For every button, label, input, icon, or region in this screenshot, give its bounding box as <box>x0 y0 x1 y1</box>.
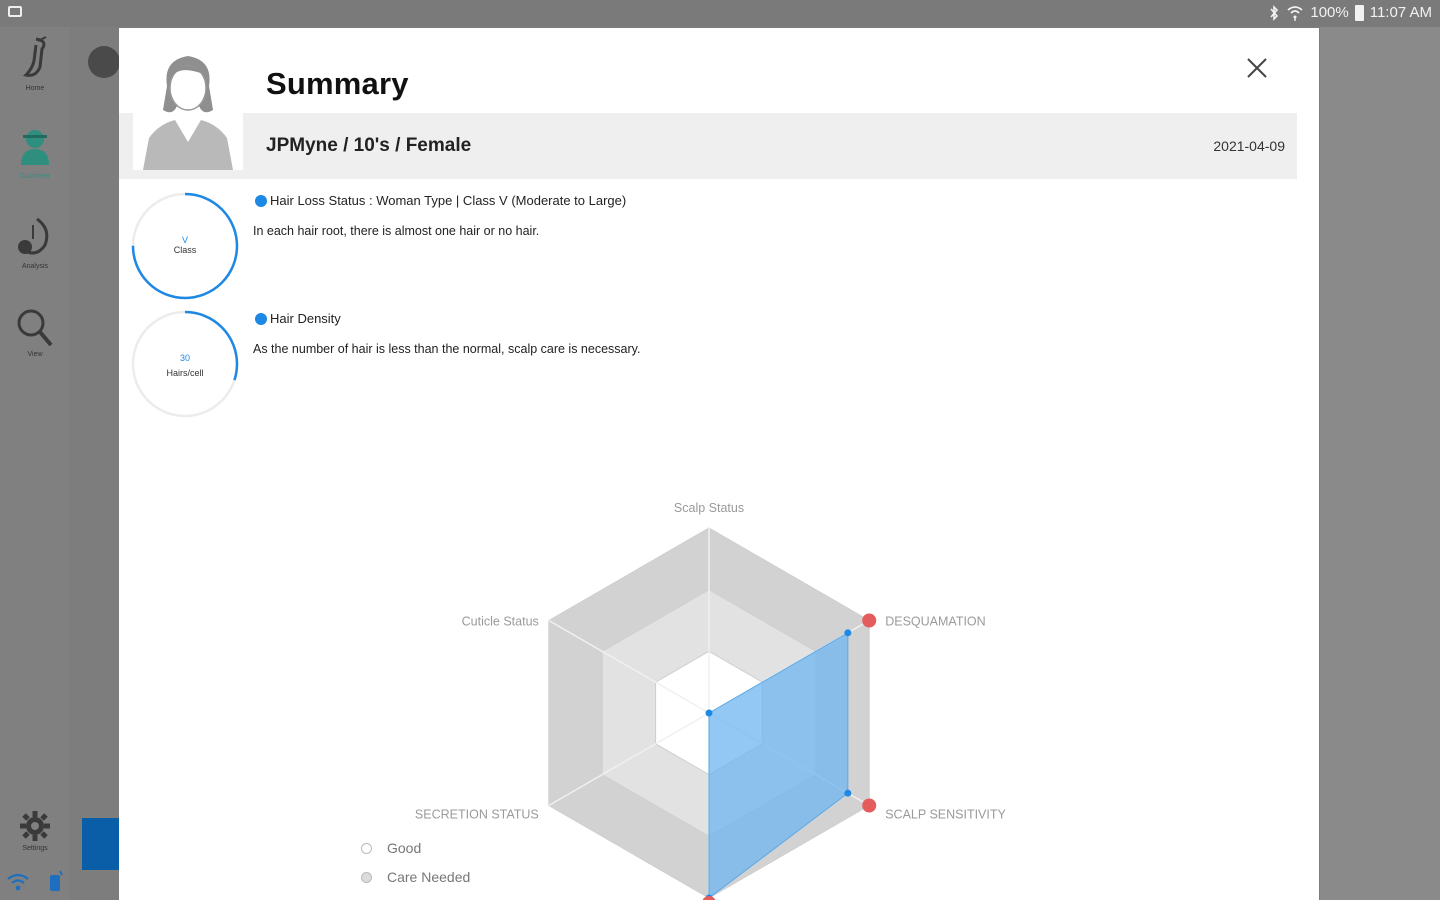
sidebar-item-label: Customer <box>19 173 51 180</box>
back-button[interactable] <box>88 46 120 78</box>
ring-unit: Class <box>173 245 197 255</box>
sidebar-item-label: Settings <box>22 845 48 852</box>
radar-axis-label: SCALP SENSITIVITY <box>885 808 1006 822</box>
metric-title-text: Hair Density <box>270 311 341 326</box>
sidebar-item-settings[interactable]: Settings <box>0 809 70 852</box>
radar-data-point <box>844 789 852 797</box>
radar-data-point <box>705 709 713 717</box>
wifi-icon <box>1287 5 1303 21</box>
clock: 11:07 AM <box>1369 4 1432 21</box>
female-avatar-icon <box>133 56 243 170</box>
sidebar-item-customer[interactable]: Customer <box>0 125 70 180</box>
status-bar: 100% 11:07 AM <box>0 0 1440 27</box>
battery-percent: 100% <box>1310 4 1349 21</box>
sidebar-item-label: Home <box>25 85 45 92</box>
sidebar-item-home[interactable]: Home <box>0 35 70 92</box>
ring-value: V <box>181 235 188 245</box>
legend-label: Care Needed <box>387 869 471 885</box>
customer-icon <box>21 130 49 165</box>
radar-axis-label: Scalp Status <box>674 501 744 515</box>
ring-unit: Hairs/cell <box>166 368 204 378</box>
avatar <box>133 46 243 170</box>
metric-bullet <box>255 312 267 325</box>
legend-label: Good <box>387 840 422 856</box>
page-title: Summary <box>266 66 409 101</box>
patient-info: JPMyne / 10's / Female <box>266 135 472 156</box>
patient-info-bar: JPMyne / 10's / Female 2021-04-09 <box>119 113 1297 179</box>
background-action-button[interactable] <box>82 818 122 870</box>
background-right-panel <box>1320 27 1440 900</box>
device-icon <box>50 870 63 891</box>
warning-icon <box>702 896 716 900</box>
wifi-status-icon <box>7 873 29 891</box>
sidebar-item-view[interactable]: View <box>0 307 70 358</box>
sidebar-item-label: View <box>27 351 43 358</box>
metric-description: As the number of hair is less than the n… <box>253 342 641 356</box>
sidebar-item-label: Analysis <box>21 263 49 270</box>
radar-axis-label: DESQUAMATION <box>885 615 985 629</box>
metric-description: In each hair root, there is almost one h… <box>253 224 540 238</box>
legend-item-care-needed: Care Needed <box>361 869 470 885</box>
battery-icon <box>1354 4 1364 21</box>
metric-title: Hair Loss Status : Woman Type | Class V … <box>255 193 626 208</box>
ring-value: 30 <box>179 353 190 363</box>
sidebar: Home Customer Analysis View Settings <box>0 27 70 900</box>
warning-icon <box>862 613 877 628</box>
legend: Good Care Needed <box>361 840 470 898</box>
metric-title: Hair Density <box>255 311 341 326</box>
legend-swatch <box>361 871 372 883</box>
radar-axis-label: Cuticle Status <box>462 615 539 629</box>
exam-date: 2021-04-09 <box>1213 138 1285 154</box>
scalp-radar-chart: Scalp Status DESQUAMATION SCALP SENSITIVIT… <box>415 501 1007 900</box>
gear-icon <box>20 811 50 841</box>
home-icon <box>22 36 47 77</box>
search-icon <box>17 309 53 347</box>
status-right: 100% 11:07 AM <box>1268 4 1432 21</box>
analysis-icon <box>18 217 49 255</box>
radar-data-point <box>844 629 852 637</box>
sidebar-item-analysis[interactable]: Analysis <box>0 215 70 270</box>
bluetooth-icon <box>1270 4 1279 21</box>
radar-axis-label: SECRETION STATUS <box>415 808 539 822</box>
legend-swatch <box>361 842 372 854</box>
metric-bullet <box>255 194 267 207</box>
legend-item-good: Good <box>361 840 470 856</box>
ring-label: V Class <box>130 235 240 255</box>
ring-label: 30 Hairs/cell <box>130 353 240 378</box>
metric-title-text: Hair Loss Status : Woman Type | Class V … <box>270 193 627 208</box>
summary-dialog: JPMyne / 10's / Female 2021-04-09 Summar… <box>119 28 1319 900</box>
close-icon[interactable] <box>1243 54 1271 82</box>
warning-icon <box>862 798 877 813</box>
notification-icon <box>8 6 22 17</box>
